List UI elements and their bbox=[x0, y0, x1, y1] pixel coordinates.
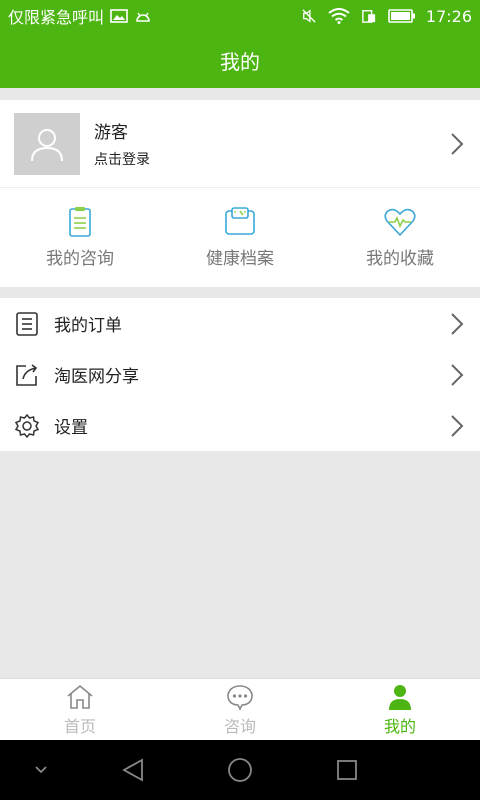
image-icon bbox=[110, 9, 128, 23]
home-icon bbox=[67, 684, 93, 709]
menu-label: 我的订单 bbox=[54, 316, 122, 336]
quick-my-favorites[interactable]: 我的收藏 bbox=[320, 188, 480, 286]
menu-my-orders[interactable]: 我的订单 bbox=[0, 298, 480, 349]
page-title: 我的 bbox=[220, 49, 260, 74]
tab-home[interactable]: 首页 bbox=[0, 679, 160, 740]
title-bar: 我的 bbox=[0, 32, 480, 88]
profile-login-row[interactable]: 游客 点击登录 bbox=[0, 100, 480, 188]
chevron-right-icon bbox=[451, 312, 464, 335]
nav-home-button[interactable] bbox=[225, 755, 255, 785]
quick-label: 健康档案 bbox=[206, 248, 274, 269]
menu-label: 设置 bbox=[54, 418, 88, 438]
gear-icon bbox=[14, 413, 40, 438]
profile-name: 游客 bbox=[94, 123, 128, 143]
chevron-right-icon bbox=[451, 414, 464, 437]
tab-label: 我的 bbox=[383, 716, 416, 736]
tab-label: 咨询 bbox=[223, 716, 256, 736]
nav-back-button[interactable] bbox=[118, 755, 148, 785]
scale-icon bbox=[225, 206, 255, 235]
chevron-down-icon bbox=[35, 766, 47, 774]
sim-icon bbox=[362, 10, 376, 23]
person-icon bbox=[389, 684, 411, 710]
heart-icon bbox=[384, 208, 416, 236]
tab-mine[interactable]: 我的 bbox=[320, 679, 480, 740]
status-right: 17:26 bbox=[300, 7, 472, 26]
back-triangle-icon bbox=[122, 758, 143, 782]
profile-card: 游客 点击登录 我的咨询 健康档案 我的收藏 bbox=[0, 100, 480, 287]
home-circle-icon bbox=[228, 758, 252, 782]
login-prompt[interactable]: 点击登录 bbox=[94, 149, 448, 169]
nav-hide-button[interactable] bbox=[26, 755, 56, 785]
menu-label: 淘医网分享 bbox=[54, 367, 139, 387]
wifi-icon bbox=[328, 8, 350, 24]
tab-label: 首页 bbox=[63, 716, 96, 736]
avatar[interactable] bbox=[14, 112, 80, 175]
chevron-right-icon bbox=[451, 132, 464, 155]
user-placeholder-icon bbox=[31, 128, 63, 161]
recents-square-icon bbox=[337, 760, 357, 780]
menu-settings[interactable]: 设置 bbox=[0, 400, 480, 451]
share-icon bbox=[16, 363, 38, 386]
quick-my-consultation[interactable]: 我的咨询 bbox=[0, 188, 160, 286]
status-left: 仅限紧急呼叫 bbox=[8, 4, 300, 28]
mute-icon bbox=[302, 9, 316, 23]
quick-actions: 我的咨询 健康档案 我的收藏 bbox=[0, 188, 480, 286]
tab-consult[interactable]: 咨询 bbox=[160, 679, 320, 740]
nav-recents-button[interactable] bbox=[332, 755, 362, 785]
carrier-text: 仅限紧急呼叫 bbox=[8, 8, 105, 27]
status-bar: 仅限紧急呼叫 17:26 bbox=[0, 0, 480, 32]
quick-label: 我的咨询 bbox=[46, 248, 114, 269]
quick-health-records[interactable]: 健康档案 bbox=[160, 188, 320, 286]
order-list-icon bbox=[16, 311, 38, 336]
profile-text: 游客 点击登录 bbox=[94, 118, 448, 169]
chevron-right-icon bbox=[451, 363, 464, 386]
android-icon bbox=[136, 12, 150, 22]
system-nav-bar bbox=[0, 740, 480, 800]
battery-icon bbox=[388, 9, 415, 23]
menu-share[interactable]: 淘医网分享 bbox=[0, 349, 480, 400]
menu-list: 我的订单 淘医网分享 设置 bbox=[0, 298, 480, 451]
clock-text: 17:26 bbox=[425, 6, 472, 26]
chat-bubble-icon bbox=[227, 684, 253, 711]
bottom-tab-bar: 首页 咨询 我的 bbox=[0, 678, 480, 740]
clipboard-icon bbox=[69, 206, 91, 237]
quick-label: 我的收藏 bbox=[366, 248, 434, 269]
